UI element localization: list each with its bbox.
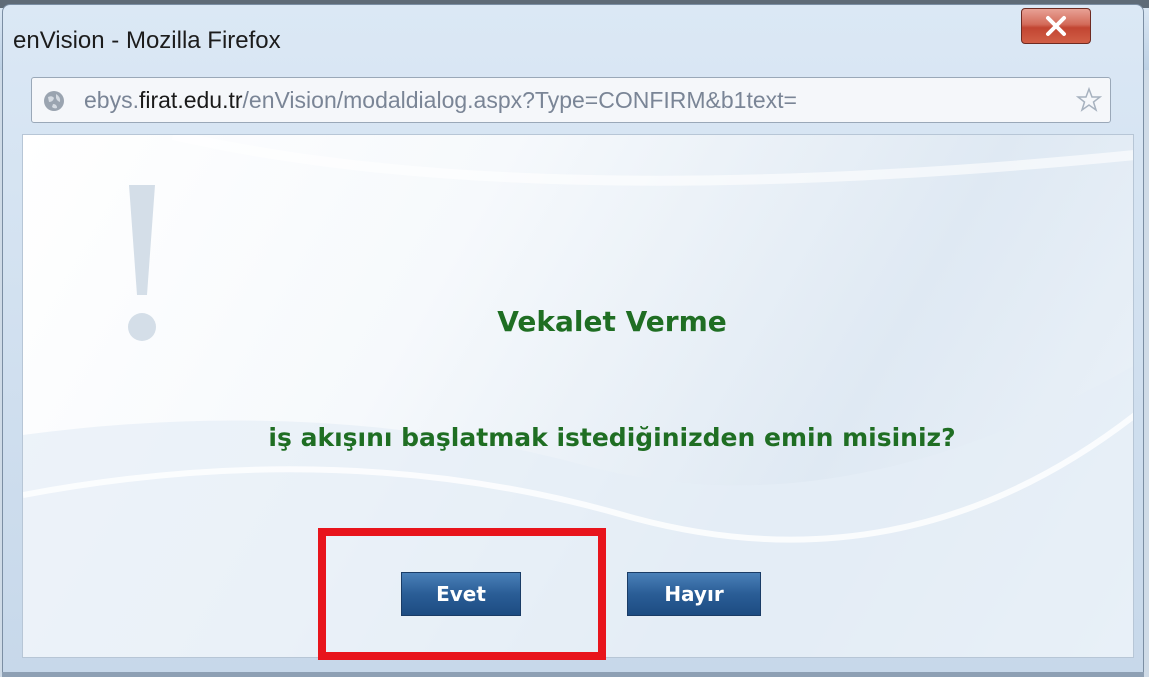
close-icon — [1046, 16, 1066, 36]
globe-icon — [44, 91, 64, 111]
url-prefix: ebys. — [84, 87, 139, 113]
window-bottom-edge — [2, 672, 1144, 677]
no-button[interactable]: Hayır — [627, 572, 761, 616]
url-path: /enVision/modaldialog.aspx?Type=CONFIRM&… — [242, 87, 797, 113]
url-domain: firat.edu.tr — [138, 87, 243, 113]
star-icon[interactable] — [1076, 87, 1102, 113]
dialog-message: iş akışını başlatmak istediğinizden emin… — [268, 423, 956, 452]
close-button[interactable] — [1021, 8, 1091, 44]
window-title: enVision - Mozilla Firefox — [13, 27, 281, 54]
highlight-box — [318, 528, 606, 660]
address-bar[interactable]: ebys.firat.edu.tr/enVision/modaldialog.a… — [31, 77, 1111, 123]
url-text: ebys.firat.edu.tr/enVision/modaldialog.a… — [84, 87, 797, 114]
dialog-title: Vekalet Verme — [497, 305, 727, 338]
